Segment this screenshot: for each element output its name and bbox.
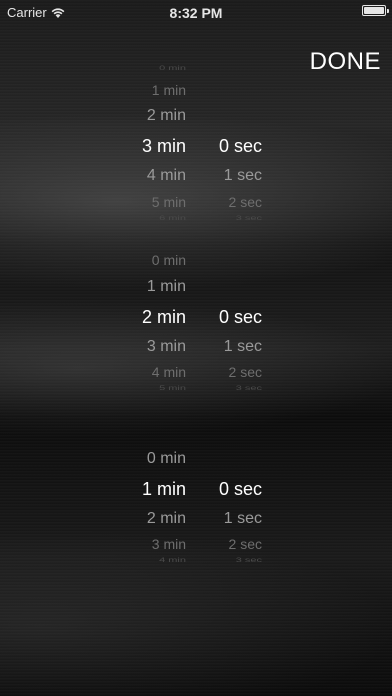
- status-right: [362, 5, 389, 16]
- second-option-selected[interactable]: 0 sec: [219, 479, 262, 500]
- second-option[interactable]: 1 sec: [224, 510, 262, 528]
- minute-option[interactable]: 5 min: [152, 194, 186, 210]
- minute-option[interactable]: 2 min: [147, 107, 186, 125]
- second-option[interactable]: 3 sec: [236, 556, 262, 563]
- minute-option[interactable]: 1 min: [147, 278, 186, 296]
- second-option[interactable]: 1 sec: [224, 338, 262, 356]
- status-time: 8:32 PM: [169, 5, 223, 21]
- minute-option[interactable]: 6 min: [159, 214, 186, 221]
- minute-option[interactable]: 0 min: [159, 64, 186, 71]
- second-option[interactable]: 2 sec: [229, 194, 262, 210]
- minute-option-selected[interactable]: 3 min: [142, 136, 186, 157]
- minute-option[interactable]: 3 min: [152, 536, 186, 552]
- time-picker-3[interactable]: 0 min 1 min 2 min 3 min 4 min 0 sec 1 se…: [0, 450, 392, 575]
- battery-icon: [362, 5, 389, 16]
- minute-option[interactable]: 1 min: [152, 82, 186, 98]
- minute-option[interactable]: 0 min: [152, 252, 186, 268]
- minute-option[interactable]: 4 min: [147, 167, 186, 185]
- time-picker-1[interactable]: 0 min 1 min 2 min 3 min 4 min 5 min 6 mi…: [0, 62, 392, 232]
- minute-option[interactable]: 2 min: [147, 510, 186, 528]
- second-option-selected[interactable]: 0 sec: [219, 136, 262, 157]
- second-option[interactable]: 2 sec: [229, 536, 262, 552]
- time-picker-2[interactable]: 0 min 1 min 2 min 3 min 4 min 5 min 0 se…: [0, 252, 392, 402]
- second-option[interactable]: 1 sec: [224, 167, 262, 185]
- minute-option-selected[interactable]: 2 min: [142, 307, 186, 328]
- minute-option[interactable]: 4 min: [152, 364, 186, 380]
- minute-option[interactable]: 4 min: [159, 556, 186, 563]
- second-option[interactable]: 2 sec: [229, 364, 262, 380]
- status-bar: Carrier 8:32 PM: [0, 0, 392, 28]
- minute-option[interactable]: 3 min: [147, 338, 186, 356]
- second-option-selected[interactable]: 0 sec: [219, 307, 262, 328]
- minute-option[interactable]: 0 min: [147, 450, 186, 468]
- second-option[interactable]: 3 sec: [236, 214, 262, 221]
- minute-option-selected[interactable]: 1 min: [142, 479, 186, 500]
- minute-option[interactable]: 5 min: [159, 384, 186, 391]
- second-option[interactable]: 3 sec: [236, 384, 262, 391]
